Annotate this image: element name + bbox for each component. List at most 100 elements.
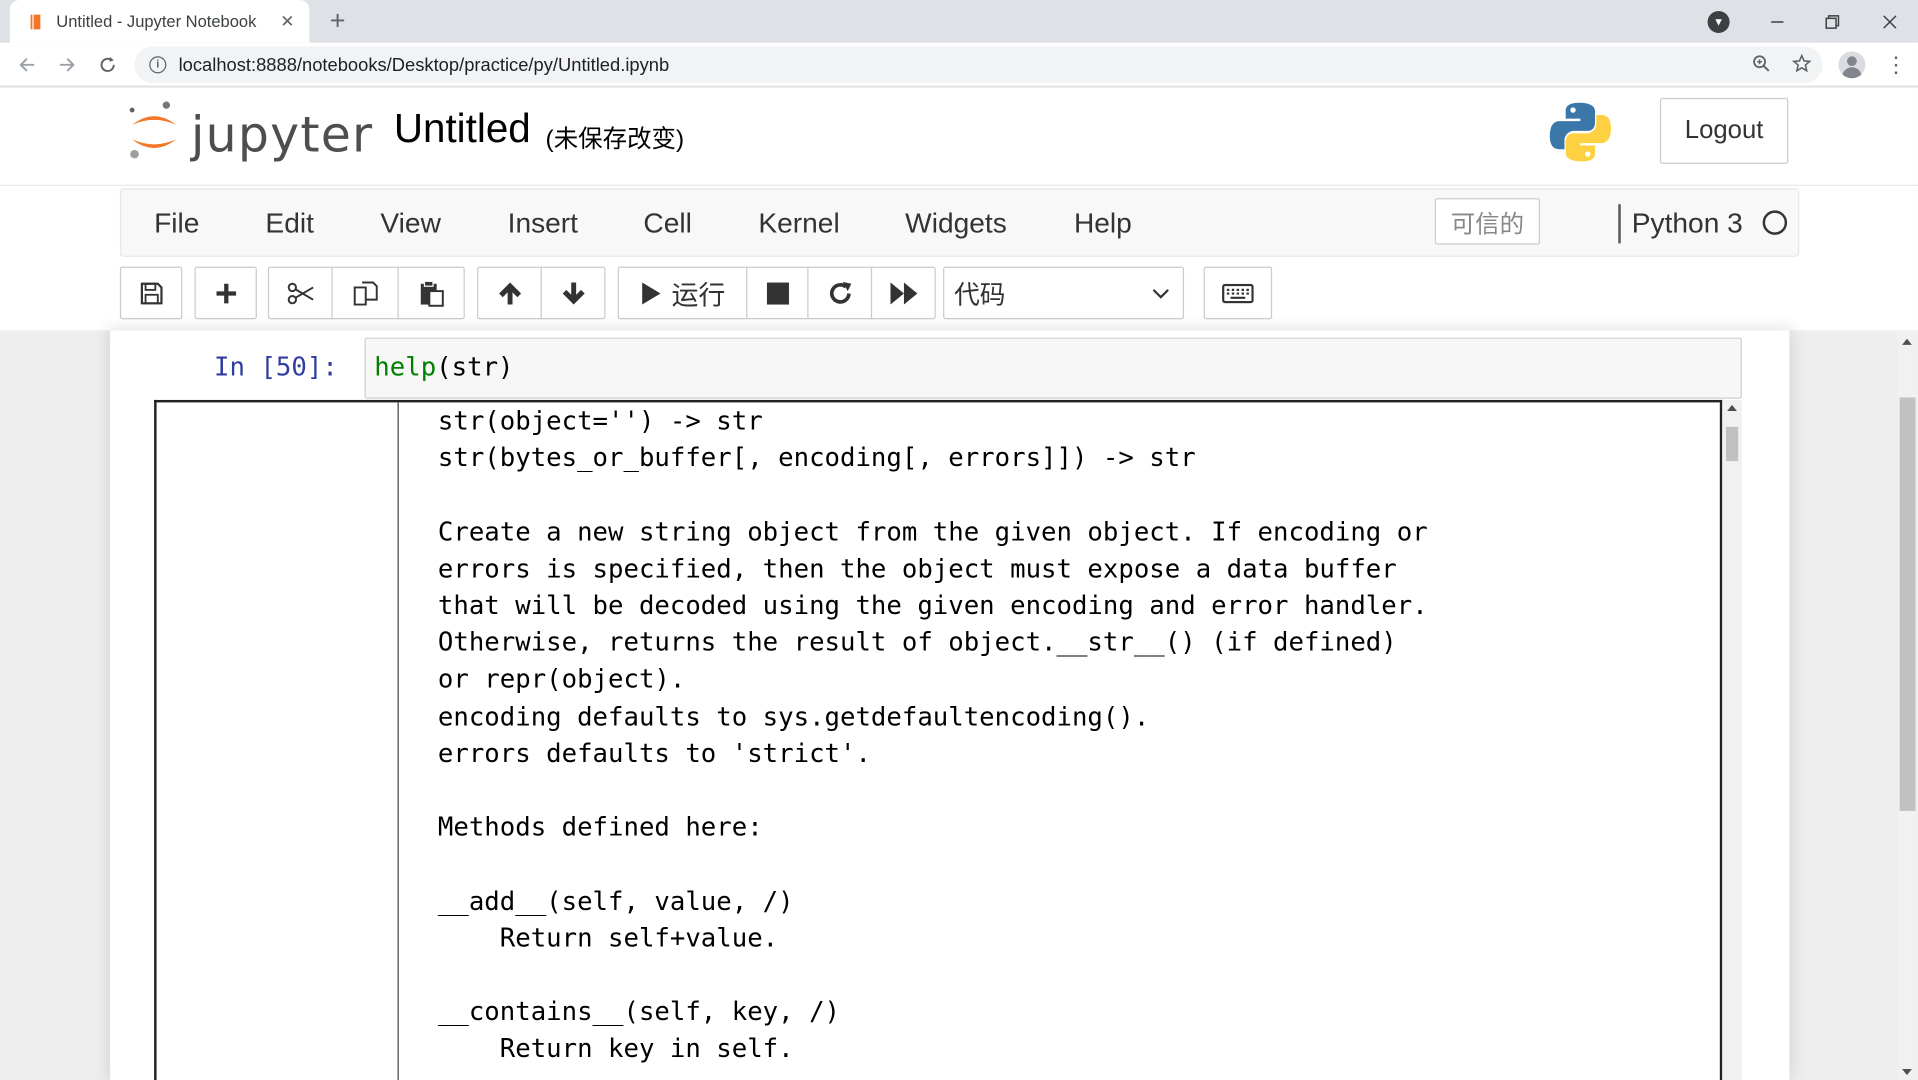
cell-type-select[interactable]: 代码 [943, 266, 1185, 320]
play-icon [642, 281, 661, 304]
code-paren-open: ( [436, 352, 452, 382]
help-line [438, 957, 1428, 994]
back-arrow-icon[interactable] [12, 50, 41, 79]
kernel-idle-icon [1762, 210, 1788, 235]
arrow-down-icon [562, 281, 585, 304]
menu-widgets[interactable]: Widgets [905, 207, 1007, 240]
help-line: str(bytes_or_buffer[, encoding[, errors]… [437, 443, 1196, 473]
tab-search-icon[interactable]: ▼ [1707, 11, 1730, 34]
input-prompt: In [50]: [214, 352, 338, 382]
trusted-indicator[interactable]: 可信的 [1434, 198, 1541, 245]
code-text: help(str) [374, 352, 513, 381]
kernel-separator [1618, 204, 1621, 244]
restore-icon[interactable] [1804, 0, 1860, 43]
scroll-up-arrow-icon[interactable] [1727, 404, 1737, 411]
new-tab-button[interactable]: + [323, 5, 352, 37]
help-line: Return key in self. [437, 1034, 794, 1064]
code-function: help [374, 352, 437, 382]
menu-edit[interactable]: Edit [265, 207, 313, 240]
menu-insert[interactable]: Insert [508, 207, 578, 240]
cell-type-value: 代码 [954, 280, 1006, 309]
help-line: Methods defined here: [437, 812, 763, 842]
notebook-title[interactable]: Untitled [394, 105, 531, 151]
help-line: str(object='') -> str [437, 406, 763, 436]
restart-run-all-button[interactable] [870, 266, 936, 320]
forward-arrow-icon[interactable] [53, 50, 82, 79]
page-scroll-up-icon[interactable] [1902, 338, 1912, 345]
code-paren-close: ) [498, 352, 514, 382]
help-line: errors defaults to 'strict'. [437, 738, 871, 768]
jupyter-header: jupyter Untitled (未保存改变) Logout [0, 88, 1918, 186]
profile-avatar[interactable] [1838, 51, 1866, 79]
code-argument: str [451, 352, 499, 382]
close-window-icon[interactable] [1862, 0, 1918, 43]
save-icon [140, 282, 162, 304]
menu-help[interactable]: Help [1074, 207, 1132, 240]
browser-tab-bar: Untitled - Jupyter Notebook ✕ + ▼ [0, 0, 1918, 43]
save-button[interactable] [119, 266, 183, 320]
page-scroll-thumb[interactable] [1899, 397, 1916, 811]
site-info-icon[interactable]: i [149, 56, 167, 74]
kernel-name[interactable]: Python 3 [1632, 207, 1743, 240]
stop-icon [766, 281, 789, 304]
browser-tab[interactable]: Untitled - Jupyter Notebook ✕ [9, 0, 310, 43]
jupyter-logo-text: jupyter [190, 107, 374, 164]
bookmark-star-icon[interactable] [1790, 50, 1814, 79]
notebook-favicon-icon [27, 13, 44, 30]
restart-icon [829, 281, 851, 304]
menu-view[interactable]: View [380, 207, 440, 240]
code-cell-input[interactable]: help(str) [364, 337, 1742, 399]
paste-icon [420, 280, 444, 307]
run-label: 运行 [671, 279, 726, 311]
menubar-container: File Edit View Insert Cell Kernel Widget… [0, 185, 1918, 331]
logout-button[interactable]: Logout [1659, 97, 1789, 164]
cell-output[interactable]: str(object='') -> str str(bytes_or_buffer… [154, 399, 1723, 1080]
help-line: or repr(object). [437, 664, 686, 695]
menubar: File Edit View Insert Cell Kernel Widget… [119, 188, 1800, 257]
page-scroll-down-icon[interactable] [1902, 1068, 1912, 1076]
command-palette-button[interactable] [1203, 266, 1273, 320]
insert-cell-button[interactable] [194, 266, 257, 320]
help-line: Return self+value. [437, 923, 779, 953]
reload-icon[interactable] [93, 50, 122, 79]
help-line: Create a new string object from the give… [437, 516, 1428, 547]
help-line [438, 476, 1428, 513]
help-line [438, 772, 1428, 809]
restart-button[interactable] [807, 266, 873, 320]
url-field[interactable]: i localhost:8888/notebooks/Desktop/pract… [134, 46, 1823, 84]
help-line: encoding defaults to sys.getdefaultencod… [437, 701, 1150, 731]
page-scrollbar[interactable] [1897, 330, 1918, 1080]
address-bar: i localhost:8888/notebooks/Desktop/pract… [0, 42, 1918, 87]
run-button[interactable]: 运行 [617, 266, 748, 320]
zoom-icon[interactable] [1749, 50, 1773, 79]
python-logo-icon [1549, 102, 1611, 162]
interrupt-button[interactable] [746, 266, 809, 320]
output-scrollbar[interactable] [1722, 399, 1742, 1080]
move-up-button[interactable] [477, 266, 542, 320]
save-status: (未保存改变) [545, 125, 685, 153]
minimize-icon[interactable] [1749, 0, 1805, 43]
jupyter-logo-icon [129, 101, 177, 159]
arrow-up-icon [498, 281, 521, 304]
help-line [438, 846, 1428, 883]
help-line: __add__(self, value, /) [437, 886, 794, 916]
menu-file[interactable]: File [154, 207, 199, 240]
browser-menu-icon[interactable]: ⋮ [1884, 53, 1908, 77]
menu-kernel[interactable]: Kernel [758, 207, 839, 240]
screen: Untitled - Jupyter Notebook ✕ + ▼ i loca… [0, 0, 1918, 1080]
menu-cell[interactable]: Cell [643, 207, 691, 240]
paste-button[interactable] [397, 266, 465, 320]
cut-button[interactable] [267, 266, 333, 320]
help-line: that will be decoded using the given enc… [437, 590, 1428, 621]
help-output-text: str(object='') -> str str(bytes_or_buffer… [438, 402, 1428, 1067]
copy-button[interactable] [331, 266, 399, 320]
tab-close-icon[interactable]: ✕ [278, 11, 298, 32]
chevron-down-icon [1152, 289, 1169, 299]
plus-icon [215, 283, 236, 303]
jupyter-logo[interactable]: jupyter [127, 100, 372, 173]
keyboard-icon [1222, 283, 1254, 303]
move-down-button[interactable] [540, 266, 606, 320]
help-left-border [397, 402, 399, 1080]
help-line: errors is specified, then the object mus… [437, 553, 1397, 584]
output-scroll-thumb[interactable] [1725, 426, 1739, 462]
